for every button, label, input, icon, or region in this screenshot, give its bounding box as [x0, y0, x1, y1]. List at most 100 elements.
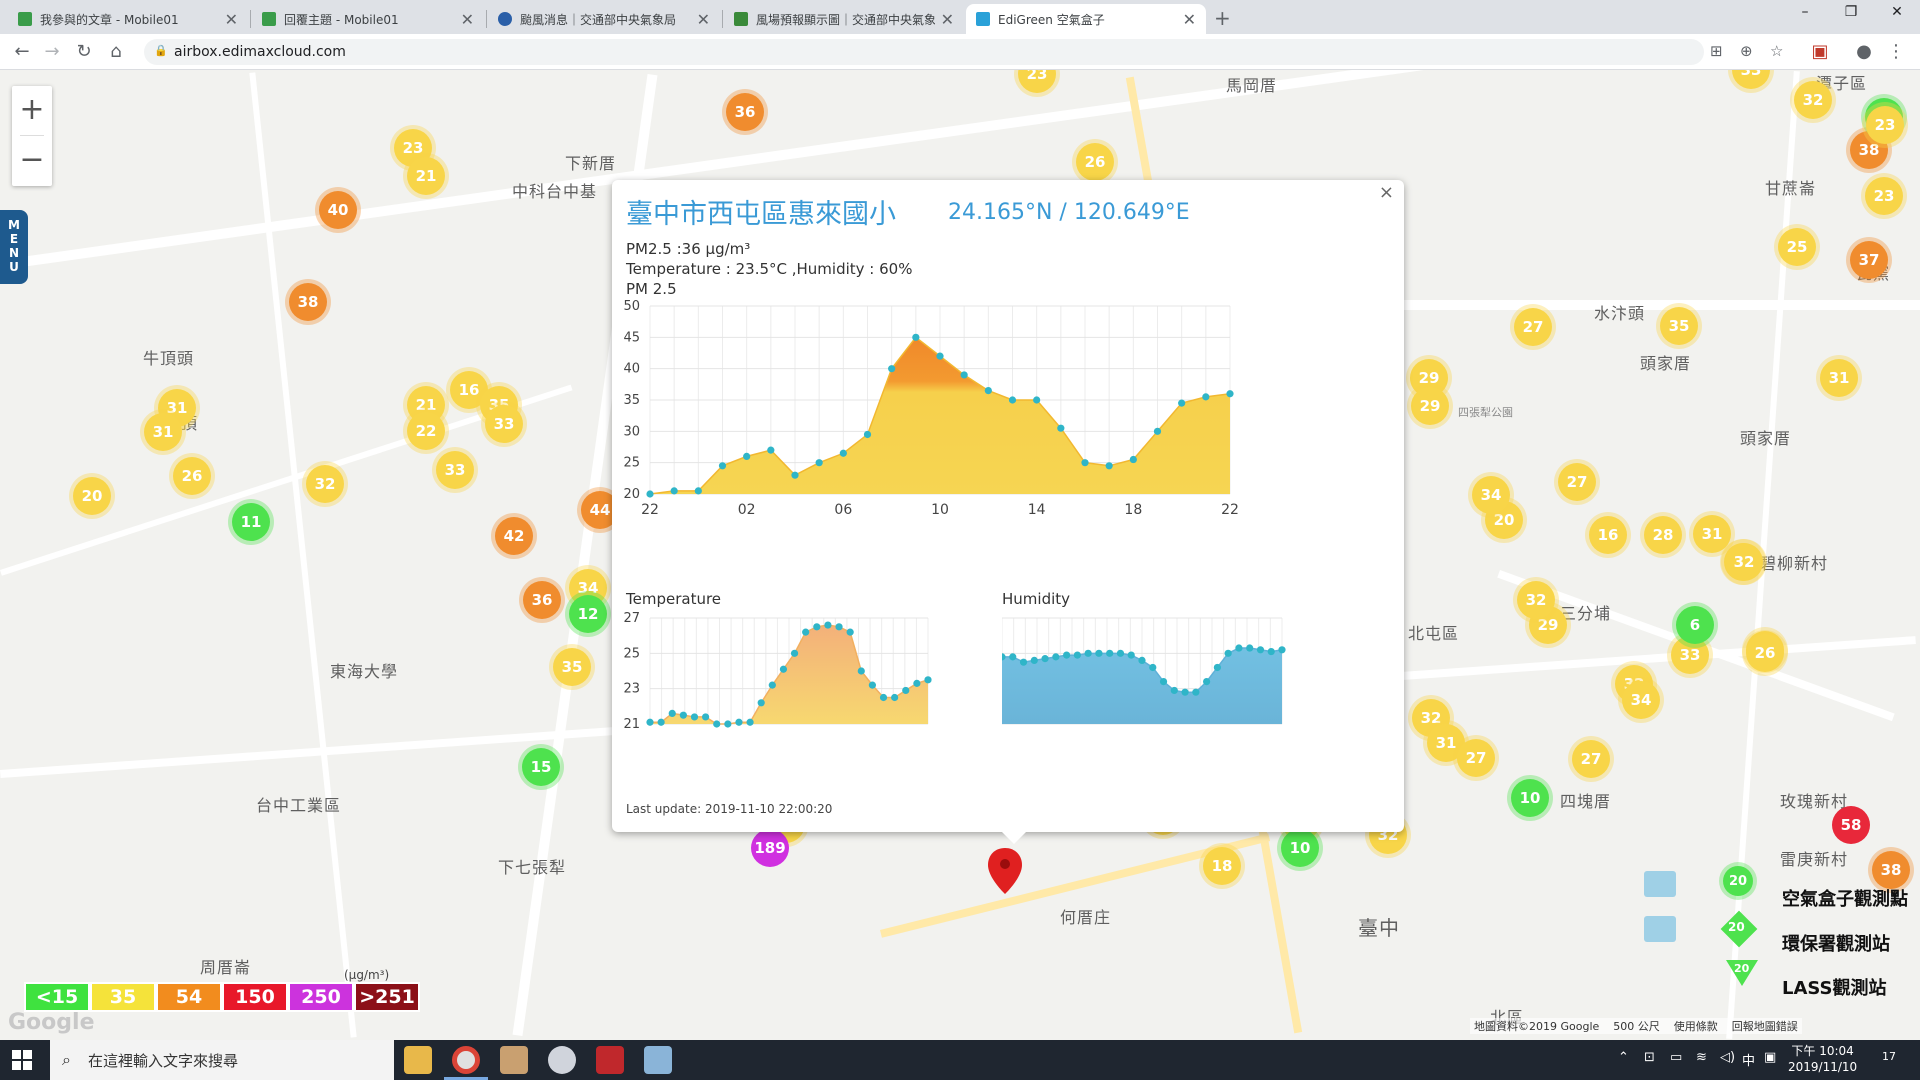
- airbox-marker[interactable]: 15: [522, 748, 560, 786]
- airbox-marker[interactable]: 35: [553, 648, 591, 686]
- airbox-marker[interactable]: 12: [569, 595, 607, 633]
- airbox-marker[interactable]: 189: [751, 829, 789, 867]
- airbox-marker[interactable]: 27: [1514, 308, 1552, 346]
- notification-center-icon[interactable]: 17: [1882, 1050, 1896, 1063]
- chrome-menu-icon[interactable]: ⋮: [1884, 41, 1908, 62]
- airbox-marker[interactable]: 26: [1746, 634, 1784, 672]
- airbox-marker[interactable]: 28: [1644, 516, 1682, 554]
- airbox-marker[interactable]: 32: [1725, 543, 1763, 581]
- app-icon[interactable]: [644, 1046, 672, 1074]
- airbox-marker[interactable]: 21: [407, 157, 445, 195]
- close-tab-icon[interactable]: ✕: [697, 10, 710, 29]
- airbox-marker[interactable]: 37: [1850, 241, 1888, 279]
- airbox-marker[interactable]: 25: [1778, 228, 1816, 266]
- file-explorer-icon[interactable]: [404, 1046, 432, 1074]
- close-popup-button[interactable]: ×: [1379, 182, 1394, 203]
- airbox-marker[interactable]: 32: [306, 465, 344, 503]
- minimize-button[interactable]: –: [1782, 4, 1828, 20]
- battery-icon[interactable]: ▭: [1670, 1050, 1682, 1065]
- airbox-marker[interactable]: 58: [1832, 806, 1870, 844]
- airbox-marker[interactable]: 10: [1511, 779, 1549, 817]
- app-icon[interactable]: [500, 1046, 528, 1074]
- zoom-icon[interactable]: ⊕: [1740, 42, 1753, 60]
- tab-typhoon-news[interactable]: 颱風消息｜交通部中央氣象局 ✕: [488, 4, 720, 34]
- translate-icon[interactable]: ⊞: [1710, 42, 1723, 60]
- reload-icon[interactable]: ↻: [72, 41, 96, 62]
- close-tab-icon[interactable]: ✕: [225, 10, 238, 29]
- airbox-marker[interactable]: 11: [232, 503, 270, 541]
- close-tab-icon[interactable]: ✕: [461, 10, 474, 29]
- back-arrow-icon[interactable]: ←: [10, 41, 34, 62]
- airbox-marker[interactable]: 22: [407, 412, 445, 450]
- airbox-marker[interactable]: 27: [1572, 740, 1610, 778]
- airbox-marker[interactable]: 6: [1676, 606, 1714, 644]
- tray-chevron-icon[interactable]: ⌃: [1618, 1050, 1629, 1065]
- app-icon[interactable]: [596, 1046, 624, 1074]
- input-mode-icon[interactable]: ▣: [1764, 1050, 1776, 1065]
- airbox-marker[interactable]: 20: [73, 477, 111, 515]
- extension-icon[interactable]: ▣: [1808, 41, 1832, 62]
- terms-link[interactable]: 使用條款: [1674, 1018, 1718, 1034]
- airbox-marker[interactable]: 36: [523, 581, 561, 619]
- ime-indicator[interactable]: 中: [1742, 1050, 1755, 1069]
- airbox-marker[interactable]: 31: [1820, 359, 1858, 397]
- airbox-marker[interactable]: 32: [1794, 81, 1832, 119]
- forward-arrow-icon[interactable]: →: [40, 41, 64, 62]
- bookmark-star-icon[interactable]: ☆: [1770, 42, 1783, 60]
- airbox-marker[interactable]: 23: [1866, 106, 1904, 144]
- network-icon[interactable]: ⊡: [1644, 1050, 1655, 1065]
- airbox-marker[interactable]: 27: [1457, 739, 1495, 777]
- taskbar-clock[interactable]: 下午 10:04 2019/11/10: [1788, 1043, 1857, 1075]
- airbox-marker[interactable]: 36: [726, 93, 764, 131]
- airbox-marker[interactable]: 33: [485, 405, 523, 443]
- data-point: [746, 718, 754, 726]
- airbox-marker[interactable]: 31: [1693, 515, 1731, 553]
- restore-button[interactable]: ❐: [1828, 4, 1874, 20]
- airbox-marker[interactable]: 35: [1660, 307, 1698, 345]
- url-text[interactable]: airbox.edimaxcloud.com: [174, 44, 346, 60]
- home-icon[interactable]: ⌂: [104, 41, 128, 62]
- profile-icon[interactable]: ●: [1852, 41, 1876, 62]
- taskbar-search[interactable]: ⌕ 在這裡輸入文字來搜尋: [50, 1040, 394, 1080]
- close-tab-icon[interactable]: ✕: [941, 10, 954, 29]
- zoom-out-button[interactable]: −: [12, 136, 52, 184]
- airbox-marker[interactable]: 18: [1203, 847, 1241, 885]
- airbox-marker[interactable]: 26: [173, 457, 211, 495]
- airbox-marker[interactable]: 34: [1472, 476, 1510, 514]
- volume-icon[interactable]: ◁): [1720, 1050, 1735, 1065]
- tab-edigreen-airbox[interactable]: EdiGreen 空氣盒子 ✕: [966, 4, 1206, 34]
- airbox-marker[interactable]: 33: [1732, 70, 1770, 89]
- airbox-marker[interactable]: 10: [1281, 829, 1319, 867]
- airbox-marker[interactable]: 42: [495, 517, 533, 555]
- airbox-marker[interactable]: 26: [1076, 143, 1114, 181]
- report-error-link[interactable]: 回報地圖錯誤: [1732, 1018, 1798, 1034]
- airbox-marker[interactable]: 31: [144, 413, 182, 451]
- close-window-button[interactable]: ✕: [1874, 4, 1920, 20]
- data-point: [1202, 393, 1210, 401]
- airbox-marker[interactable]: 38: [1872, 851, 1910, 889]
- address-bar[interactable]: 🔒 airbox.edimaxcloud.com ⊞ ⊕ ☆: [144, 39, 1783, 65]
- menu-tab[interactable]: M E N U: [0, 210, 28, 284]
- map-place-label: 雷庚新村: [1780, 850, 1849, 869]
- airbox-marker[interactable]: 38: [289, 283, 327, 321]
- chrome-taskbar-icon[interactable]: [452, 1046, 480, 1074]
- airbox-marker[interactable]: 40: [319, 191, 357, 229]
- tab-mobile01-reply[interactable]: 回覆主題 - Mobile01 ✕: [252, 4, 484, 34]
- airbox-marker[interactable]: 16: [1589, 516, 1627, 554]
- location-pin-icon[interactable]: [988, 848, 1022, 894]
- wifi-icon[interactable]: ≋: [1696, 1050, 1707, 1065]
- airbox-marker[interactable]: 29: [1411, 387, 1449, 425]
- windows-start-icon[interactable]: [12, 1050, 32, 1070]
- tab-wind-forecast[interactable]: 風場預報顯示圖｜交通部中央氣象 ✕: [724, 4, 964, 34]
- tab-mobile01-articles[interactable]: 我參與的文章 - Mobile01 ✕: [8, 4, 248, 34]
- airbox-marker[interactable]: 33: [436, 451, 474, 489]
- airbox-marker[interactable]: 27: [1558, 463, 1596, 501]
- airbox-marker[interactable]: 32: [1517, 581, 1555, 619]
- airbox-marker[interactable]: 23: [1018, 70, 1056, 93]
- airbox-marker[interactable]: 34: [1622, 681, 1660, 719]
- airbox-marker[interactable]: 23: [1865, 177, 1903, 215]
- close-tab-icon[interactable]: ✕: [1183, 10, 1196, 29]
- new-tab-button[interactable]: +: [1214, 6, 1231, 30]
- app-icon[interactable]: [548, 1046, 576, 1074]
- zoom-in-button[interactable]: +: [12, 86, 52, 134]
